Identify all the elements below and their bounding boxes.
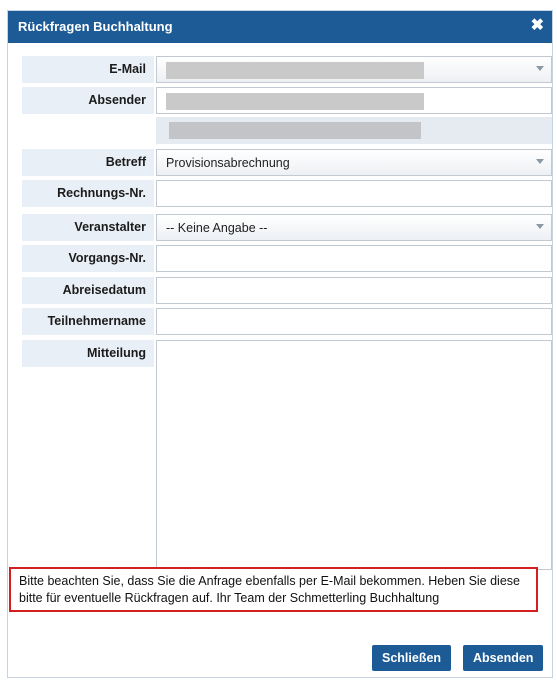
abreisedatum-label: Abreisedatum (22, 277, 154, 304)
veranstalter-label: Veranstalter (22, 214, 154, 241)
chevron-down-icon (536, 159, 544, 164)
teilnehmername-label: Teilnehmername (22, 308, 154, 335)
rechnungs-nr-input[interactable] (156, 180, 552, 207)
rechnungs-nr-label: Rechnungs-Nr. (22, 180, 154, 207)
absender-field[interactable] (156, 87, 552, 114)
dialog-titlebar: Rückfragen Buchhaltung ✖ (8, 11, 552, 43)
close-button[interactable]: Schließen (372, 645, 452, 671)
mitteilung-textarea[interactable] (156, 340, 552, 570)
dialog: Rückfragen Buchhaltung ✖ E-Mail Absender… (7, 10, 553, 678)
mitteilung-label: Mitteilung (22, 340, 154, 367)
betreff-value: Provisionsabrechnung (166, 156, 290, 170)
email-label: E-Mail (22, 56, 154, 83)
send-button[interactable]: Absenden (463, 645, 544, 671)
email-select[interactable] (156, 56, 552, 83)
absender-label: Absender (22, 87, 154, 114)
absender-extra-field (156, 117, 552, 144)
dialog-title: Rückfragen Buchhaltung (18, 19, 173, 34)
vorgangs-nr-label: Vorgangs-Nr. (22, 245, 154, 272)
vorgangs-nr-input[interactable] (156, 245, 552, 272)
betreff-select[interactable]: Provisionsabrechnung (156, 149, 552, 176)
veranstalter-select[interactable]: -- Keine Angabe -- (156, 214, 552, 241)
veranstalter-value: -- Keine Angabe -- (166, 221, 268, 235)
absender-redacted-value (166, 93, 424, 110)
notice-box: Bitte beachten Sie, dass Sie die Anfrage… (9, 567, 538, 612)
chevron-down-icon (536, 224, 544, 229)
close-icon[interactable]: ✖ (531, 17, 544, 35)
absender-extra-redacted-value (169, 122, 421, 139)
email-redacted-value (166, 62, 424, 79)
teilnehmername-input[interactable] (156, 308, 552, 335)
abreisedatum-input[interactable] (156, 277, 552, 304)
chevron-down-icon (536, 66, 544, 71)
betreff-label: Betreff (22, 149, 154, 176)
